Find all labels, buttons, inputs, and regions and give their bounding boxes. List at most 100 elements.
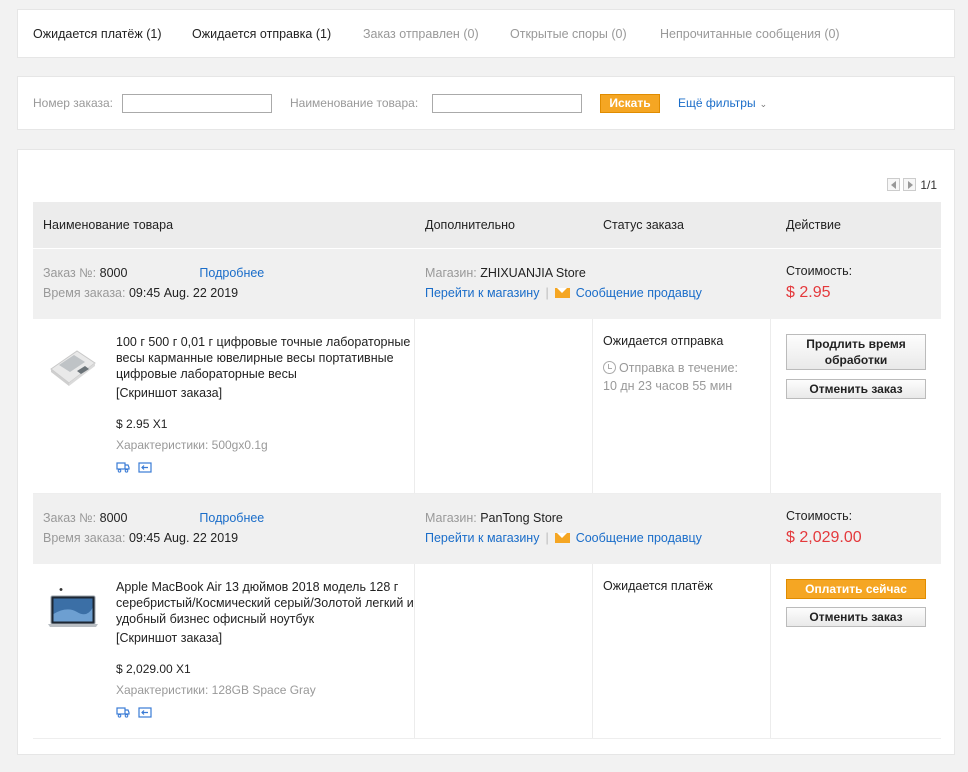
more-filters-label: Ещё фильтры — [678, 96, 756, 110]
cancel-order-button[interactable]: Отменить заказ — [786, 607, 926, 627]
tab-order-shipped[interactable]: Заказ отправлен (0) — [363, 27, 479, 41]
pagination: 1/1 — [884, 177, 937, 192]
order-number-label: Номер заказа: — [33, 96, 114, 110]
tab-label: Непрочитанные сообщения — [660, 27, 821, 41]
order-time-label: Время заказа: — [43, 531, 126, 545]
digital-scale-thumbnail[interactable] — [47, 339, 99, 389]
store-name: ZHIXUANJIA Store — [480, 266, 586, 280]
order-body: 100 г 500 г 0,01 г цифровые точные лабор… — [33, 319, 941, 494]
truck-icon[interactable] — [116, 462, 130, 473]
go-to-store-link[interactable]: Перейти к магазину — [425, 531, 539, 545]
header-product: Наименование товара — [43, 218, 174, 232]
divider: | — [545, 286, 549, 300]
order-number-input[interactable] — [122, 94, 272, 113]
order-time-value: 09:45 Aug. 22 2019 — [128, 531, 239, 545]
order-snapshot-link[interactable]: [Скриншот заказа] — [116, 631, 222, 645]
order-snapshot-link[interactable]: [Скриншот заказа] — [116, 386, 222, 400]
tab-count: (1) — [146, 27, 162, 41]
order-status-tabs: Ожидается платёж (1) Ожидается отправка … — [17, 9, 955, 58]
header-extra: Дополнительно — [425, 218, 515, 232]
return-icon[interactable] — [138, 707, 152, 718]
cancel-order-button[interactable]: Отменить заказ — [786, 379, 926, 399]
order-time: Время заказа: 09:45 Aug. 22 2019 — [43, 531, 238, 545]
tab-label: Ожидается отправка — [192, 27, 313, 41]
mail-icon — [554, 288, 570, 298]
order-status: Ожидается платёж — [603, 579, 713, 593]
message-seller-link[interactable]: Сообщение продавцу — [576, 531, 702, 545]
table-header: Наименование товара Дополнительно Статус… — [33, 202, 941, 248]
order-number: Заказ №: 8000 Подробнее — [43, 266, 264, 280]
store-info: Магазин: ZHIXUANJIA Store — [425, 266, 586, 280]
store-info: Магазин: PanTong Store — [425, 511, 563, 525]
tab-count: (0) — [463, 27, 479, 41]
product-price: $ 2,029.00 X1 — [116, 662, 191, 676]
orders-panel: 1/1 Наименование товара Дополнительно Ст… — [17, 149, 955, 755]
tab-label: Заказ отправлен — [363, 27, 460, 41]
column-divider — [770, 564, 771, 738]
product-name-input[interactable] — [432, 94, 582, 113]
cost-label: Стоимость: — [786, 264, 853, 278]
order-time: Время заказа: 09:45 Aug. 22 2019 — [43, 286, 238, 300]
product-title[interactable]: Apple MacBook Air 13 дюймов 2018 модель … — [116, 579, 416, 627]
store-label: Магазин: — [425, 511, 477, 525]
product-attributes: Характеристики: 128GB Space Gray — [116, 683, 316, 697]
tab-unread-messages[interactable]: Непрочитанные сообщения (0) — [660, 27, 840, 41]
order-header: Заказ №: 8000 Подробнее Время заказа: 09… — [33, 249, 941, 319]
pay-now-button[interactable]: Оплатить сейчас — [786, 579, 926, 599]
tab-count: (0) — [611, 27, 627, 41]
go-to-store-link[interactable]: Перейти к магазину — [425, 286, 539, 300]
next-page-icon[interactable] — [903, 178, 917, 192]
mail-icon — [554, 533, 570, 543]
product-attributes: Характеристики: 500gx0.1g — [116, 438, 268, 452]
order-number-value: 8000 — [99, 266, 128, 280]
order-details-link[interactable]: Подробнее — [199, 266, 264, 280]
extend-processing-button[interactable]: Продлить время обработки — [786, 334, 926, 370]
page-indicator: 1/1 — [920, 177, 937, 192]
order-cost: $ 2,029.00 — [786, 529, 862, 546]
message-seller-link[interactable]: Сообщение продавцу — [576, 286, 702, 300]
order-number-label: Заказ №: — [43, 511, 97, 525]
order-time-label: Время заказа: — [43, 286, 126, 300]
store-actions: Перейти к магазину | Сообщение продавцу — [425, 286, 702, 300]
order-body: Apple MacBook Air 13 дюймов 2018 модель … — [33, 564, 941, 739]
laptop-thumbnail[interactable] — [47, 584, 99, 634]
tab-count: (0) — [824, 27, 840, 41]
chevron-down-icon: ⌄ — [759, 99, 768, 109]
store-label: Магазин: — [425, 266, 477, 280]
truck-icon[interactable] — [116, 707, 130, 718]
prev-page-icon[interactable] — [887, 178, 901, 192]
clock-icon — [603, 361, 616, 374]
search-button[interactable]: Искать — [600, 94, 660, 113]
product-icons — [116, 460, 160, 474]
product-title[interactable]: 100 г 500 г 0,01 г цифровые точные лабор… — [116, 334, 416, 382]
return-icon[interactable] — [138, 462, 152, 473]
product-icons — [116, 705, 160, 719]
store-name: PanTong Store — [480, 511, 563, 525]
column-divider — [770, 319, 771, 493]
tab-open-disputes[interactable]: Открытые споры (0) — [510, 27, 627, 41]
tab-label: Открытые споры — [510, 27, 608, 41]
order-status: Ожидается отправка — [603, 334, 724, 348]
header-status: Статус заказа — [603, 218, 684, 232]
order-header: Заказ №: 8000 Подробнее Время заказа: 09… — [33, 494, 941, 564]
order-number: Заказ №: 8000 Подробнее — [43, 511, 264, 525]
shipping-label: Отправка в течение: — [619, 361, 738, 375]
order-number-label: Заказ №: — [43, 266, 97, 280]
store-actions: Перейти к магазину | Сообщение продавцу — [425, 531, 702, 545]
more-filters-link[interactable]: Ещё фильтры ⌄ — [678, 96, 767, 110]
column-divider — [592, 564, 593, 738]
tab-awaiting-shipment[interactable]: Ожидается отправка (1) — [192, 27, 331, 41]
cost-label: Стоимость: — [786, 509, 853, 523]
header-action: Действие — [786, 218, 841, 232]
tab-count: (1) — [315, 27, 332, 41]
shipping-time: 10 дн 23 часов 55 мин — [603, 379, 733, 393]
tab-awaiting-payment[interactable]: Ожидается платёж (1) — [33, 27, 161, 41]
tab-label: Ожидается платёж — [33, 27, 143, 41]
order-details-link[interactable]: Подробнее — [199, 511, 264, 525]
product-name-label: Наименование товара: — [290, 96, 419, 110]
column-divider — [592, 319, 593, 493]
divider: | — [545, 531, 549, 545]
search-bar: Номер заказа: Наименование товара: Искат… — [17, 76, 955, 130]
order-time-value: 09:45 Aug. 22 2019 — [128, 286, 239, 300]
product-price: $ 2.95 X1 — [116, 417, 168, 431]
